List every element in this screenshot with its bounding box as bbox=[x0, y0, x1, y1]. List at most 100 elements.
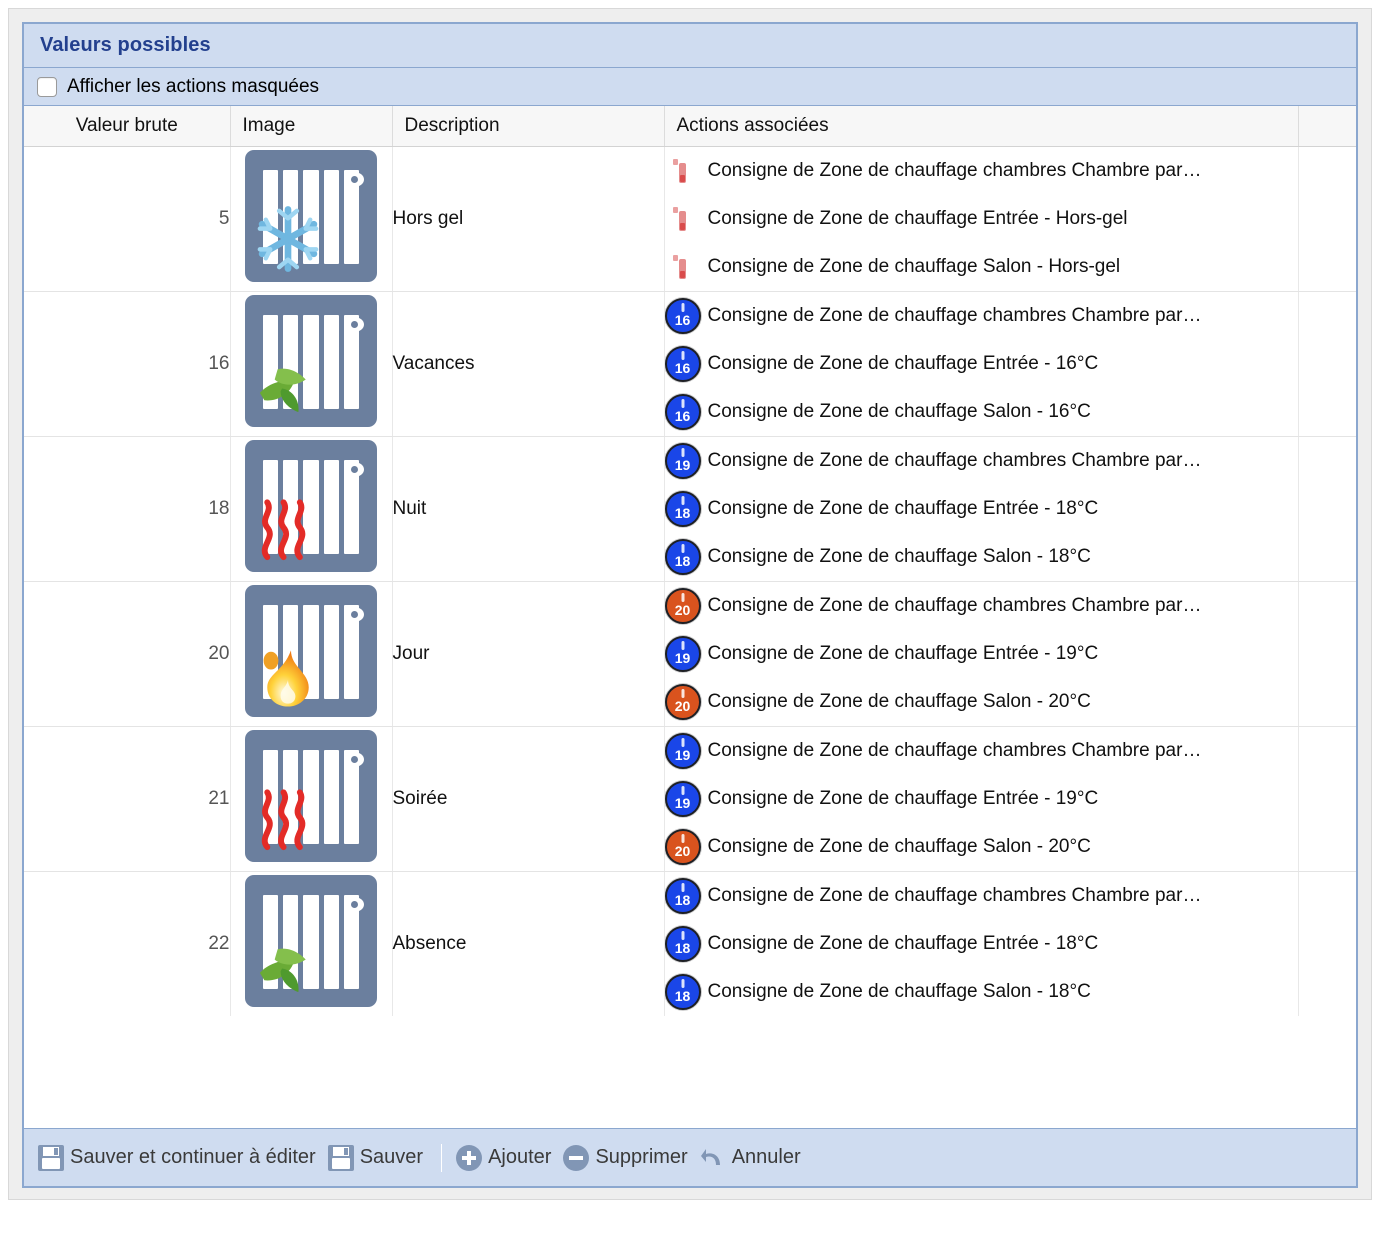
temperature-badge-value: 16 bbox=[674, 359, 691, 376]
temperature-badge-value: 18 bbox=[674, 552, 691, 569]
associated-action-item[interactable]: 19 Consigne de Zone de chauffage Entrée -… bbox=[664, 775, 1298, 823]
radiator-valve-icon bbox=[345, 172, 364, 187]
cell-actions-associees: 19 Consigne de Zone de chauffage chambres… bbox=[664, 726, 1299, 872]
column-header-valeur-brute[interactable]: Valeur brute bbox=[24, 106, 231, 147]
associated-action-label: Consigne de Zone de chauffage Salon - 20… bbox=[707, 835, 1091, 857]
associated-action-item[interactable]: 16 Consigne de Zone de chauffage Salon - … bbox=[664, 388, 1298, 436]
toolbar-button-3[interactable]: Supprimer bbox=[563, 1144, 699, 1171]
column-header-image[interactable]: Image bbox=[230, 106, 393, 147]
values-table-body: 5 Hors gel Consigne de Zone de chauffage c… bbox=[24, 146, 1356, 1016]
associated-action-label: Consigne de Zone de chauffage chambres C… bbox=[707, 594, 1202, 616]
temperature-badge-value: 16 bbox=[674, 407, 691, 424]
associated-action-label: Consigne de Zone de chauffage Entrée - 1… bbox=[707, 497, 1099, 519]
table-row[interactable]: 5 Hors gel Consigne de Zone de chauffage c… bbox=[24, 146, 1356, 292]
radiator-mode-glyph bbox=[251, 637, 325, 711]
cell-extra bbox=[1298, 726, 1356, 872]
temperature-badge: 16 bbox=[664, 297, 701, 334]
column-header-actions-associees[interactable]: Actions associées bbox=[664, 106, 1299, 147]
associated-action-item[interactable]: 18 Consigne de Zone de chauffage chambres… bbox=[664, 872, 1298, 920]
cell-actions-associees: 20 Consigne de Zone de chauffage chambres… bbox=[664, 581, 1299, 727]
associated-action-item[interactable]: 18 Consigne de Zone de chauffage Entrée -… bbox=[664, 485, 1298, 533]
cell-image bbox=[230, 726, 393, 872]
temperature-badge-value: 18 bbox=[674, 987, 691, 1004]
cell-image bbox=[230, 146, 393, 292]
cell-actions-associees: 18 Consigne de Zone de chauffage chambres… bbox=[664, 871, 1299, 1016]
temperature-badge: 20 bbox=[664, 587, 701, 624]
minus-circle-icon bbox=[563, 1144, 590, 1171]
associated-action-label: Consigne de Zone de chauffage Salon - 18… bbox=[707, 545, 1091, 567]
temperature-badge: 20 bbox=[664, 828, 701, 865]
cell-valeur-brute: 16 bbox=[24, 291, 231, 437]
cell-image bbox=[230, 291, 393, 437]
toolbar-button-label: Sauver et continuer à éditer bbox=[70, 1146, 316, 1168]
cell-image bbox=[230, 436, 393, 582]
table-row[interactable]: 16 Vacances 16 Consigne de Zone de chauffag… bbox=[24, 291, 1356, 437]
radiator-flame-icon bbox=[245, 585, 377, 717]
associated-action-item[interactable]: 20 Consigne de Zone de chauffage Salon - … bbox=[664, 678, 1298, 726]
temperature-badge-value: 19 bbox=[674, 794, 691, 811]
temperature-badge-value: 19 bbox=[674, 746, 691, 763]
associated-action-label: Consigne de Zone de chauffage Entrée - 1… bbox=[707, 642, 1099, 664]
associated-action-item[interactable]: 18 Consigne de Zone de chauffage Salon - … bbox=[664, 533, 1298, 581]
radiator-leaf-icon bbox=[245, 295, 377, 427]
associated-action-item[interactable]: 16 Consigne de Zone de chauffage chambres… bbox=[664, 292, 1298, 340]
associated-action-item[interactable]: 18 Consigne de Zone de chauffage Salon - … bbox=[664, 968, 1298, 1016]
temperature-badge: 18 bbox=[664, 490, 701, 527]
temperature-badge: 19 bbox=[664, 442, 701, 479]
associated-action-item[interactable]: 18 Consigne de Zone de chauffage Entrée -… bbox=[664, 920, 1298, 968]
cell-image bbox=[230, 581, 393, 727]
associated-action-item[interactable]: Consigne de Zone de chauffage Salon - Ho… bbox=[665, 243, 1298, 291]
associated-action-item[interactable]: 19 Consigne de Zone de chauffage chambres… bbox=[664, 437, 1298, 485]
toolbar-button-label: Annuler bbox=[731, 1146, 801, 1168]
radiator-mode-glyph bbox=[251, 492, 325, 566]
column-header-description[interactable]: Description bbox=[392, 106, 665, 147]
associated-action-label: Consigne de Zone de chauffage Salon - 16… bbox=[707, 400, 1091, 422]
temperature-badge: 19 bbox=[664, 732, 701, 769]
cell-valeur-brute: 20 bbox=[24, 581, 231, 727]
associated-action-item[interactable]: 19 Consigne de Zone de chauffage Entrée -… bbox=[664, 630, 1298, 678]
toolbar-button-1[interactable]: Sauver bbox=[327, 1144, 435, 1171]
cell-description: Nuit bbox=[392, 436, 665, 582]
toolbar-button-label: Sauver bbox=[359, 1146, 424, 1168]
toolbar-button-4[interactable]: Annuler bbox=[700, 1145, 813, 1171]
radiator-valve-icon bbox=[345, 607, 364, 622]
associated-action-item[interactable]: 20 Consigne de Zone de chauffage chambres… bbox=[664, 582, 1298, 630]
radiator-snowflake-icon bbox=[245, 150, 377, 282]
cell-actions-associees: Consigne de Zone de chauffage chambres C… bbox=[664, 146, 1299, 292]
associated-action-item[interactable]: 19 Consigne de Zone de chauffage chambres… bbox=[664, 727, 1298, 775]
associated-action-label: Consigne de Zone de chauffage Entrée - 1… bbox=[707, 352, 1099, 374]
possible-values-panel: Valeurs possibles Afficher les actions m… bbox=[22, 22, 1358, 1188]
associated-action-label: Consigne de Zone de chauffage Salon - Ho… bbox=[707, 255, 1121, 277]
cell-extra bbox=[1298, 581, 1356, 727]
associated-action-item[interactable]: 20 Consigne de Zone de chauffage Salon - … bbox=[664, 823, 1298, 871]
temperature-badge-value: 16 bbox=[674, 311, 691, 328]
radiator-mode-glyph bbox=[251, 927, 325, 1001]
temperature-badge: 19 bbox=[664, 635, 701, 672]
associated-action-item[interactable]: Consigne de Zone de chauffage chambres C… bbox=[665, 147, 1298, 195]
values-table-wrap: Valeur brute Image Description Actions a… bbox=[24, 106, 1356, 1128]
show-hidden-actions-checkbox[interactable] bbox=[37, 76, 57, 97]
associated-action-label: Consigne de Zone de chauffage Salon - 18… bbox=[707, 980, 1091, 1002]
associated-action-item[interactable]: 16 Consigne de Zone de chauffage Entrée -… bbox=[664, 340, 1298, 388]
table-row[interactable]: 22 Absence 18 Consigne de Zone de chauffage… bbox=[24, 871, 1356, 1016]
radiator-mode-glyph bbox=[251, 347, 325, 421]
temperature-badge-value: 20 bbox=[674, 601, 691, 618]
radiator-valve-icon bbox=[345, 462, 364, 477]
associated-action-label: Consigne de Zone de chauffage Entrée - H… bbox=[707, 207, 1128, 229]
toolbar-button-2[interactable]: Ajouter bbox=[456, 1144, 563, 1171]
plus-circle-icon bbox=[456, 1144, 483, 1171]
temperature-badge-value: 19 bbox=[674, 649, 691, 666]
table-row[interactable]: 21 Soirée 19 Consigne de Zone de chauffage … bbox=[24, 726, 1356, 872]
show-hidden-actions-bar: Afficher les actions masquées bbox=[24, 68, 1356, 106]
associated-action-label: Consigne de Zone de chauffage Entrée - 1… bbox=[707, 787, 1099, 809]
radiator-heatwaves-icon bbox=[245, 730, 377, 862]
associated-action-item[interactable]: Consigne de Zone de chauffage Entrée - H… bbox=[665, 195, 1298, 243]
toolbar-button-0[interactable]: Sauver et continuer à éditer bbox=[38, 1144, 328, 1171]
cell-extra bbox=[1298, 291, 1356, 437]
associated-action-label: Consigne de Zone de chauffage chambres C… bbox=[707, 884, 1202, 906]
column-header-extra bbox=[1298, 106, 1356, 147]
table-row[interactable]: 20 Jour 20 Consigne de Zone de chauffage ch… bbox=[24, 581, 1356, 727]
values-table: Valeur brute Image Description Actions a… bbox=[24, 106, 1356, 1016]
table-row[interactable]: 18 Nuit 19 Consigne de Zone de chauffage ch… bbox=[24, 436, 1356, 582]
temperature-badge-value: 18 bbox=[674, 504, 691, 521]
